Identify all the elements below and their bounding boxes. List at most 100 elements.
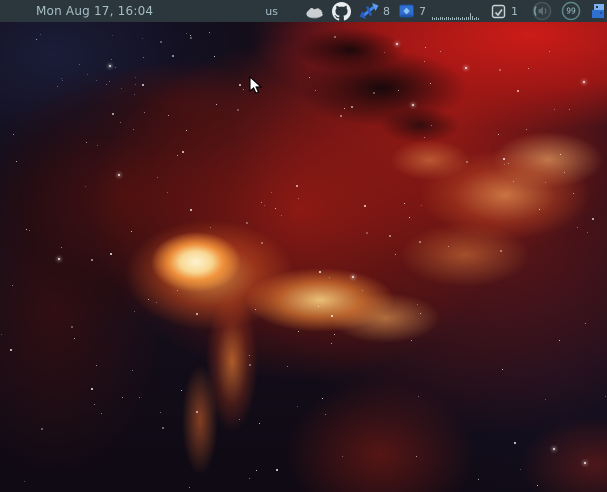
star [351, 276, 354, 279]
load-bar [474, 18, 475, 20]
star [329, 277, 331, 279]
star [157, 177, 159, 179]
star [497, 134, 499, 136]
star [321, 398, 323, 400]
load-bar [456, 17, 457, 20]
star [209, 31, 211, 33]
star [109, 80, 111, 82]
star [261, 242, 264, 245]
star [57, 85, 59, 87]
battery-percent: 99 [566, 7, 576, 16]
inbox-tray-item[interactable]: 7 [398, 0, 426, 22]
star [239, 419, 241, 421]
load-bar [472, 16, 473, 20]
star [239, 84, 242, 87]
star [255, 470, 257, 472]
blue-squares-icon[interactable] [590, 0, 606, 22]
star [424, 136, 426, 138]
star [142, 38, 144, 40]
star [519, 469, 521, 471]
star [583, 461, 586, 464]
star [195, 313, 198, 316]
load-bar [436, 17, 437, 20]
star [71, 326, 74, 329]
star [133, 311, 135, 313]
todo-tray-item[interactable]: 1 [490, 0, 518, 22]
star [177, 155, 179, 157]
sync-arrows-tray-item[interactable]: 8 [359, 0, 390, 22]
star [420, 205, 422, 207]
star [242, 89, 244, 91]
star [61, 77, 63, 79]
star [280, 215, 282, 217]
star [166, 192, 168, 194]
star [260, 201, 262, 203]
star [160, 411, 162, 413]
star [334, 333, 336, 335]
load-bar [452, 17, 453, 20]
star [295, 185, 298, 188]
load-bar [440, 17, 441, 20]
load-bar [432, 17, 433, 20]
star [24, 481, 26, 483]
star [324, 413, 326, 415]
star [159, 40, 162, 43]
star [553, 447, 556, 450]
star [604, 395, 606, 397]
star [132, 370, 134, 372]
star [111, 35, 113, 37]
star [143, 112, 145, 114]
star [95, 365, 97, 367]
star [263, 204, 265, 206]
star [318, 305, 319, 307]
star [395, 42, 398, 45]
load-bar [464, 18, 465, 20]
star [28, 229, 30, 231]
star [275, 208, 277, 210]
star [504, 163, 506, 165]
star [563, 172, 565, 174]
clock[interactable]: Mon Aug 17, 16:04 [36, 4, 153, 18]
star [466, 160, 469, 163]
star [416, 304, 418, 306]
load-bar [460, 18, 461, 20]
load-bar [476, 17, 477, 20]
star [560, 154, 562, 156]
star [538, 209, 540, 211]
star [513, 181, 515, 183]
hand-icon[interactable] [304, 0, 326, 22]
star [177, 289, 179, 291]
star [429, 82, 431, 84]
star [409, 216, 411, 218]
load-bar [458, 17, 459, 20]
star [425, 47, 427, 49]
volume-indicator[interactable] [531, 0, 553, 22]
star [36, 39, 38, 41]
todo-checkbox-icon [490, 3, 507, 20]
star [121, 88, 123, 90]
top-panel: Mon Aug 17, 16:04 us 8 7 1 99 [0, 0, 607, 22]
sync-count: 8 [383, 4, 390, 18]
star [513, 442, 516, 445]
star [181, 390, 183, 392]
star [249, 354, 251, 356]
star [95, 79, 97, 81]
star [26, 229, 28, 231]
star [576, 227, 578, 229]
load-graph[interactable] [432, 12, 480, 20]
star [109, 64, 112, 67]
star [536, 485, 538, 487]
battery-indicator[interactable]: 99 [560, 0, 582, 22]
keyboard-layout-indicator[interactable]: us [265, 5, 278, 18]
mouse-cursor [249, 76, 263, 96]
star [142, 84, 145, 87]
load-bar [466, 17, 467, 20]
star [41, 427, 44, 430]
star [10, 349, 13, 352]
star [478, 479, 480, 481]
star [186, 33, 188, 35]
star [139, 397, 141, 399]
star [255, 308, 257, 310]
star [286, 365, 288, 367]
github-icon[interactable] [332, 0, 351, 22]
